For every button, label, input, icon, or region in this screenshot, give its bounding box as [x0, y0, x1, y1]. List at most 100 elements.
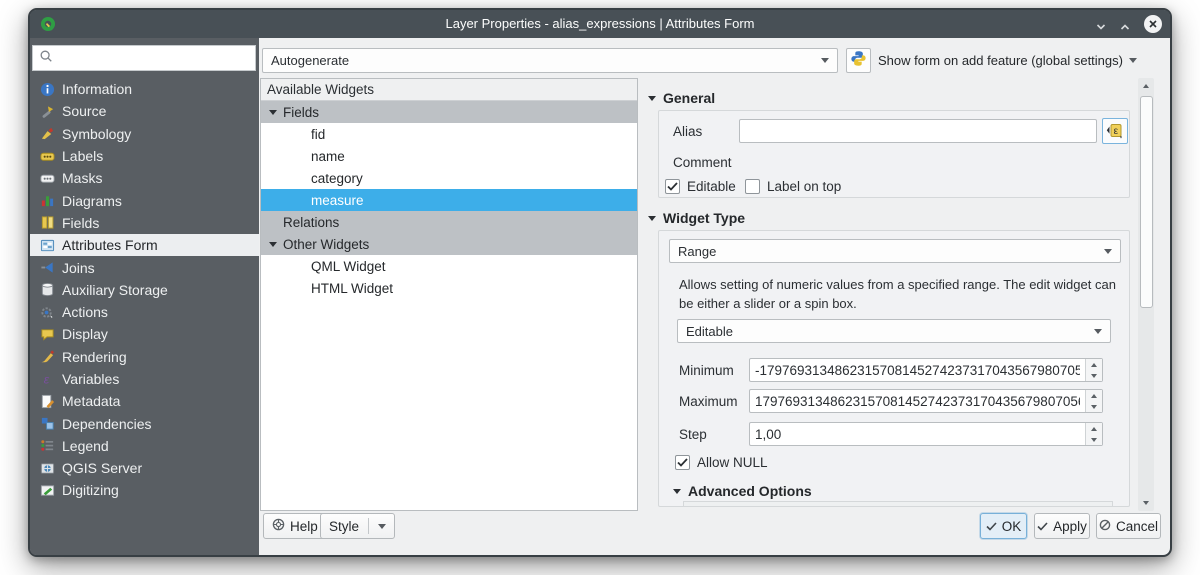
maximize-chevron-up-icon[interactable]	[1120, 19, 1130, 30]
ok-button[interactable]: OK	[980, 513, 1027, 539]
label-on-top-checkbox[interactable]	[745, 179, 760, 194]
sidebar-item-auxiliary-storage[interactable]: Auxiliary Storage	[30, 279, 259, 301]
caret-down-icon[interactable]	[269, 110, 277, 115]
sidebar-item-symbology[interactable]: Symbology	[30, 123, 259, 145]
caret-down-icon[interactable]	[269, 242, 277, 247]
titlebar[interactable]: Layer Properties - alias_expressions | A…	[30, 10, 1170, 38]
apply-button[interactable]: Apply	[1034, 513, 1090, 539]
sidebar-item-digitizing[interactable]: Digitizing	[30, 479, 259, 501]
labels-icon	[39, 148, 55, 164]
spin-up-icon[interactable]	[1091, 393, 1097, 398]
spin-up-icon[interactable]	[1091, 426, 1097, 431]
vertical-scrollbar[interactable]	[1138, 78, 1154, 511]
maximum-label: Maximum	[679, 394, 738, 409]
sidebar-item-fields[interactable]: Fields	[30, 212, 259, 234]
scroll-up-icon[interactable]	[1138, 78, 1154, 94]
allow-null-checkbox-label: Allow NULL	[697, 455, 768, 470]
sidebar-item-label: Attributes Form	[62, 237, 158, 254]
widget-type-section-header[interactable]: Widget Type	[648, 210, 745, 226]
style-button[interactable]: Style	[320, 513, 396, 539]
shade-chevron-down-icon[interactable]	[1096, 19, 1106, 30]
advanced-options-header[interactable]: Advanced Options	[673, 483, 812, 499]
widget-type-select[interactable]: Range	[669, 239, 1121, 263]
sidebar-item-label: QGIS Server	[62, 460, 143, 477]
check-icon	[986, 519, 997, 534]
layer-properties-dialog: Layer Properties - alias_expressions | A…	[28, 8, 1172, 557]
spin-down-icon[interactable]	[1091, 373, 1097, 378]
maximum-spinbox[interactable]	[749, 389, 1103, 413]
sidebar-item-label: Labels	[62, 148, 104, 165]
help-button[interactable]: Help	[263, 513, 327, 539]
help-icon	[272, 518, 285, 534]
tree-item-fid[interactable]: fid	[261, 123, 637, 145]
widget-description: Allows setting of numeric values from a …	[679, 277, 1116, 311]
spin-buttons[interactable]	[1085, 359, 1102, 381]
minimum-input[interactable]	[750, 359, 1085, 381]
sidebar-item-attributes-form[interactable]: Attributes Form	[30, 234, 259, 257]
step-spinbox[interactable]	[749, 422, 1103, 446]
label-on-top-checkbox-row: Label on top	[745, 179, 841, 194]
editable-checkbox-row: Editable	[665, 179, 736, 194]
sidebar-item-source[interactable]: Source	[30, 100, 259, 122]
tree-item-name[interactable]: name	[261, 145, 637, 167]
sidebar-item-rendering[interactable]: Rendering	[30, 346, 259, 368]
tree-group-other-widgets[interactable]: Other Widgets	[261, 233, 637, 255]
qgis-server-icon	[39, 460, 55, 476]
sidebar-item-qgis-server[interactable]: QGIS Server	[30, 457, 259, 479]
sidebar-item-label: Information	[62, 81, 133, 98]
sidebar-item-labels[interactable]: Labels	[30, 145, 259, 167]
form-layout-select[interactable]: Autogenerate	[262, 48, 838, 73]
expression-override-button[interactable]: ε	[1102, 118, 1128, 144]
sidebar-item-masks[interactable]: Masks	[30, 167, 259, 189]
scroll-down-icon[interactable]	[1138, 495, 1154, 511]
tree-item-category[interactable]: category	[261, 167, 637, 189]
alias-input[interactable]	[739, 119, 1097, 143]
editable-mode-select[interactable]: Editable	[677, 319, 1111, 343]
comment-label: Comment	[673, 155, 732, 170]
spin-buttons[interactable]	[1085, 423, 1102, 445]
sidebar-list: Information Source Symbology Labels Mask…	[30, 78, 259, 502]
allow-null-checkbox[interactable]	[675, 455, 690, 470]
sidebar-item-metadata[interactable]: Metadata	[30, 390, 259, 412]
spin-down-icon[interactable]	[1091, 437, 1097, 442]
sidebar-item-label: Fields	[62, 214, 100, 231]
tree-group-fields[interactable]: Fields	[261, 101, 637, 123]
maximum-input[interactable]	[750, 390, 1085, 412]
sidebar-item-label: Legend	[62, 437, 109, 454]
tree-item-qml-widget[interactable]: QML Widget	[261, 255, 637, 277]
sidebar-item-actions[interactable]: Actions	[30, 301, 259, 323]
spin-buttons[interactable]	[1085, 390, 1102, 412]
actions-icon	[39, 304, 55, 320]
show-form-select[interactable]: Show form on add feature (global setting…	[878, 48, 1137, 73]
step-input[interactable]	[750, 423, 1085, 445]
tree-item-measure[interactable]: measure	[261, 189, 637, 211]
label-on-top-checkbox-label: Label on top	[767, 179, 842, 194]
sidebar-search[interactable]	[32, 45, 256, 71]
legend-icon	[39, 438, 55, 454]
sidebar-item-joins[interactable]: Joins	[30, 256, 259, 278]
spin-up-icon[interactable]	[1091, 362, 1097, 367]
sidebar-item-information[interactable]: Information	[30, 78, 259, 100]
spin-down-icon[interactable]	[1091, 404, 1097, 409]
python-init-button[interactable]	[846, 48, 871, 73]
masks-icon	[39, 170, 55, 186]
tree-group-relations[interactable]: Relations	[261, 211, 637, 233]
close-icon[interactable]	[1144, 15, 1162, 33]
sidebar-item-display[interactable]: Display	[30, 323, 259, 345]
general-section-header[interactable]: General	[648, 90, 715, 106]
sidebar-item-diagrams[interactable]: Diagrams	[30, 189, 259, 211]
tree-item-html-widget[interactable]: HTML Widget	[261, 277, 637, 299]
python-icon	[850, 50, 867, 72]
cancel-button[interactable]: Cancel	[1096, 513, 1161, 539]
chevron-down-icon	[1128, 58, 1137, 63]
diagrams-icon	[39, 193, 55, 209]
sidebar-item-dependencies[interactable]: Dependencies	[30, 412, 259, 434]
scrollbar-thumb[interactable]	[1139, 96, 1153, 308]
sidebar-item-variables[interactable]: ε Variables	[30, 368, 259, 390]
sidebar-item-legend[interactable]: Legend	[30, 435, 259, 457]
dependencies-icon	[39, 416, 55, 432]
step-label: Step	[679, 427, 707, 442]
search-input[interactable]	[57, 49, 255, 67]
minimum-spinbox[interactable]	[749, 358, 1103, 382]
editable-checkbox[interactable]	[665, 179, 680, 194]
